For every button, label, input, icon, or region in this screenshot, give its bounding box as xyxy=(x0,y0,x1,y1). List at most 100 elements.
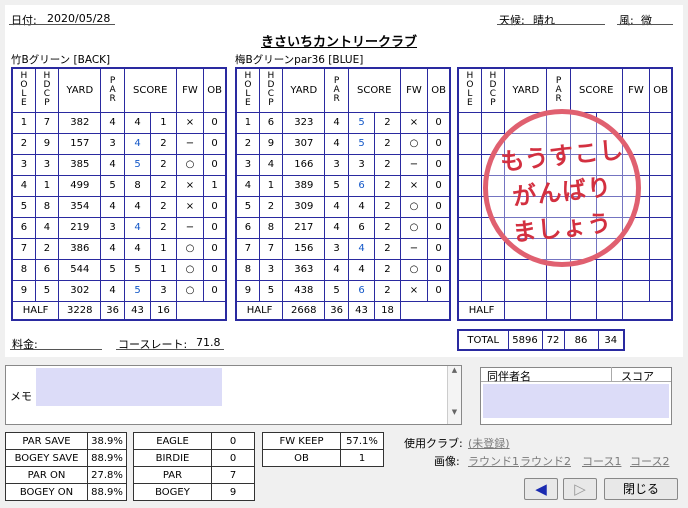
cell-fw: − xyxy=(399,237,429,260)
cell-par: 3 xyxy=(324,237,349,260)
cell-hole: 9 xyxy=(235,279,260,302)
col-par: PAR xyxy=(546,67,571,113)
cell-fw: − xyxy=(175,216,205,239)
score-sheet: 日付: 2020/05/28 天候: 晴れ 風: 微 きさいちカントリークラブ … xyxy=(5,5,683,357)
cell-par: 3 xyxy=(324,153,349,176)
cell-par xyxy=(546,279,571,302)
cell-hdcp: 7 xyxy=(258,237,284,260)
cell-ob: 0 xyxy=(427,258,451,281)
cell-ob: 0 xyxy=(203,237,227,260)
half-par: 36 xyxy=(100,300,125,321)
cell-hole: 4 xyxy=(11,174,36,197)
date-underline xyxy=(9,11,115,25)
cell-ob xyxy=(649,195,673,218)
hole-row[interactable]: 6 4 219 3 4 2−0 xyxy=(11,216,227,239)
stat-row: PAR ON 27.8% xyxy=(5,466,127,484)
memo-text[interactable] xyxy=(36,368,222,406)
half-yard xyxy=(504,300,548,321)
hole-row[interactable]: 7 7 156 3 4 2−0 xyxy=(235,237,451,260)
hole-row[interactable]: 5 2 309 4 4 2 ○ 0 xyxy=(235,195,451,218)
cell-ob: 0 xyxy=(203,132,227,155)
stat-row: FW KEEP 57.1% xyxy=(262,432,384,450)
back-button[interactable]: ◀ xyxy=(524,478,558,500)
cell-ob: 1 xyxy=(203,174,227,197)
stat-row: BOGEY 9 xyxy=(133,483,255,501)
weather-underline xyxy=(497,11,605,25)
fee-field[interactable] xyxy=(10,336,102,350)
half-blank xyxy=(428,301,450,320)
close-button[interactable]: 閉じる xyxy=(604,478,678,500)
hole-row[interactable]: 2 9 157 3 4 2−0 xyxy=(11,132,227,155)
hole-row[interactable]: 3 3 385 4 5 2 ○ 0 xyxy=(11,153,227,176)
half-score: 43 xyxy=(123,300,152,321)
stat-label: FW KEEP xyxy=(262,432,341,450)
scroll-up-icon[interactable]: ▲ xyxy=(448,366,461,374)
half-score: 43 xyxy=(347,300,376,321)
memo-label: メモ xyxy=(10,390,32,403)
hole-row[interactable]: 8 3 363 4 4 2 ○ 0 xyxy=(235,258,451,281)
total-table: TOTAL 5896 72 86 34 xyxy=(457,329,625,351)
hole-row[interactable]: 3 4 166 3 3 2−0 xyxy=(235,153,451,176)
half-yard: 2668 xyxy=(282,300,326,321)
hole-row[interactable]: 8 6 544 5 5 1 ○ 0 xyxy=(11,258,227,281)
cell-ob: 0 xyxy=(203,258,227,281)
cell-fw: × xyxy=(175,111,205,134)
forward-button[interactable]: ▷ xyxy=(563,478,597,500)
cell-hole xyxy=(457,237,482,260)
cell-score: 5 xyxy=(347,111,376,134)
hole-row[interactable] xyxy=(457,279,673,302)
course2-table: HOLE HDCP YARD PAR SCORE FW OB 1 6 323 4 5 2 ×… xyxy=(235,67,451,321)
stat-value: 57.1% xyxy=(340,432,384,450)
cell-fw xyxy=(621,258,651,281)
image-link-course1[interactable]: コース1 xyxy=(582,453,621,469)
hole-row[interactable]: 4 1 499 5 8 2 × 1 xyxy=(11,174,227,197)
image-link-round2[interactable]: ラウンド2 xyxy=(520,453,571,469)
image-link-round1[interactable]: ラウンド1 xyxy=(468,453,519,469)
half-blank xyxy=(400,301,428,320)
forward-arrow-icon: ▷ xyxy=(574,480,586,498)
companions-list[interactable]: 同伴者名 スコア xyxy=(480,367,672,425)
stat-row: BOGEY ON 88.9% xyxy=(5,483,127,501)
stats-score-table: EAGLE 0 BIRDIE 0 PAR 7 BOGEY 9 xyxy=(133,432,255,501)
col-ob: OB xyxy=(649,67,673,113)
memo-box[interactable]: メモ ▲ ▼ xyxy=(5,365,462,425)
course-rate-underline xyxy=(116,336,224,350)
hole-row[interactable]: 1 6 323 4 5 2 × 0 xyxy=(235,111,451,134)
hole-row[interactable]: 4 1 389 5 6 2 × 0 xyxy=(235,174,451,197)
cell-hdcp: 6 xyxy=(258,111,284,134)
half-putt: 16 xyxy=(150,300,177,321)
half-putt: 18 xyxy=(374,300,401,321)
cell-hole: 1 xyxy=(235,111,260,134)
hole-row[interactable]: 1 7 382 4 4 1 × 0 xyxy=(11,111,227,134)
cell-putt: 2 xyxy=(374,195,401,218)
scroll-down-icon[interactable]: ▼ xyxy=(448,408,461,416)
cell-yard: 499 xyxy=(58,174,102,197)
wind-underline xyxy=(617,11,673,25)
hole-row[interactable]: 2 9 307 4 5 2 ○ 0 xyxy=(235,132,451,155)
hole-row[interactable]: 6 8 217 4 6 2 ○ 0 xyxy=(235,216,451,239)
cell-score: 4 xyxy=(123,195,152,218)
cell-par: 3 xyxy=(100,132,125,155)
half-score xyxy=(569,300,598,321)
image-link-course2[interactable]: コース2 xyxy=(630,453,669,469)
cell-par: 5 xyxy=(324,174,349,197)
cell-putt: 2 xyxy=(374,111,401,134)
companion-row[interactable] xyxy=(483,384,669,418)
cell-hole: 7 xyxy=(235,237,260,260)
cell-hdcp: 9 xyxy=(258,132,284,155)
cell-ob: 0 xyxy=(203,216,227,239)
hole-row[interactable]: 7 2 386 4 4 1 ○ 0 xyxy=(11,237,227,260)
memo-scrollbar[interactable]: ▲ ▼ xyxy=(447,366,461,424)
cell-score: 8 xyxy=(123,174,152,197)
hole-row[interactable]: 5 8 354 4 4 2 × 0 xyxy=(11,195,227,218)
hole-row[interactable]: 9 5 302 4 5 3 ○ 0 xyxy=(11,279,227,302)
cell-yard: 217 xyxy=(282,216,326,239)
cell-yard: 323 xyxy=(282,111,326,134)
cell-hdcp: 2 xyxy=(258,195,284,218)
header-divider xyxy=(611,367,612,381)
cell-hole xyxy=(457,153,482,176)
cell-ob xyxy=(649,174,673,197)
hole-row[interactable]: 9 5 438 5 6 2 × 0 xyxy=(235,279,451,302)
cell-ob: 0 xyxy=(427,279,451,302)
club-link[interactable]: (未登録) xyxy=(468,435,510,451)
